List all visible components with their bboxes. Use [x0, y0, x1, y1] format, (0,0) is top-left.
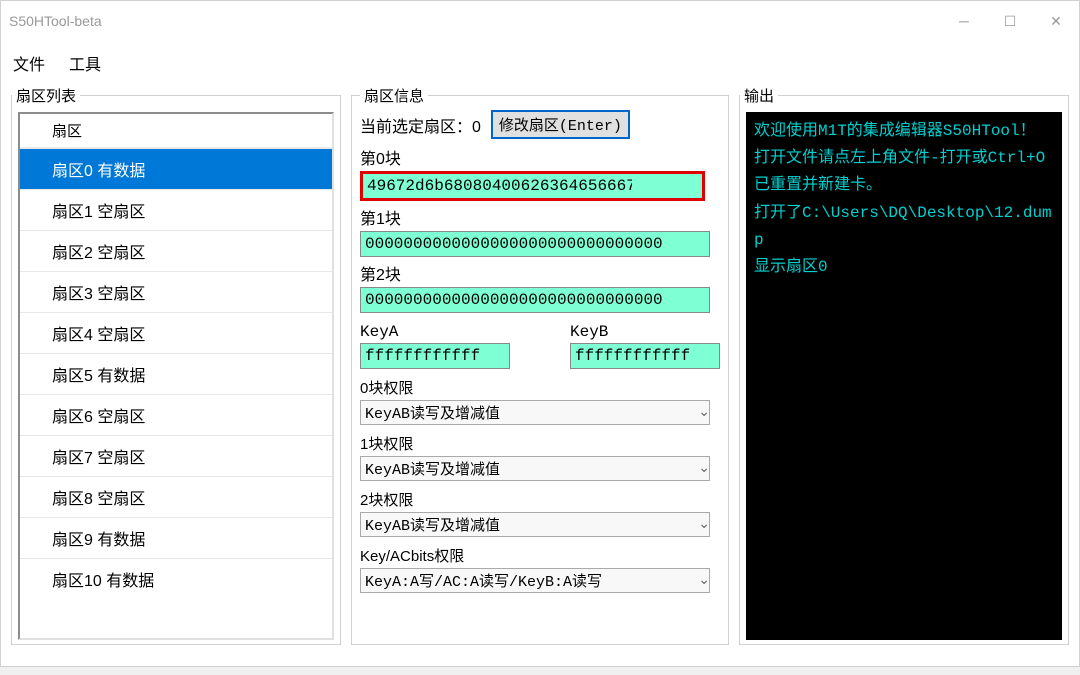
window-title: S50HTool-beta: [9, 13, 102, 29]
sector-list-legend: 扇区列表: [12, 85, 80, 106]
change-sector-button[interactable]: 修改扇区(Enter): [491, 110, 630, 139]
block2-label: 第2块: [360, 261, 720, 285]
sector-item-6[interactable]: 扇区6 空扇区: [20, 394, 332, 435]
block1-label: 第1块: [360, 205, 720, 229]
perm1-label: 1块权限: [360, 433, 720, 454]
menubar: 文件 工具: [1, 41, 1079, 85]
key-row: KeyA KeyB: [360, 319, 720, 369]
sector-item-1[interactable]: 扇区1 空扇区: [20, 189, 332, 230]
block2-input[interactable]: [360, 287, 710, 313]
perm0-label: 0块权限: [360, 377, 720, 398]
titlebar: S50HTool-beta ─ ☐ ✕: [1, 1, 1079, 41]
app-window: S50HTool-beta ─ ☐ ✕ 文件 工具 扇区列表 扇区 扇区0 有数…: [0, 0, 1080, 667]
sector-list-group: 扇区列表 扇区 扇区0 有数据扇区1 空扇区扇区2 空扇区扇区3 空扇区扇区4 …: [11, 85, 341, 645]
permac-select[interactable]: [360, 568, 710, 593]
output-line: 已重置并新建卡。: [754, 172, 1054, 199]
perm1-select[interactable]: [360, 456, 710, 481]
sector-item-3[interactable]: 扇区3 空扇区: [20, 271, 332, 312]
sector-item-5[interactable]: 扇区5 有数据: [20, 353, 332, 394]
output-console[interactable]: 欢迎使用M1T的集成编辑器S50HTool！打开文件请点左上角文件-打开或Ctr…: [746, 112, 1062, 640]
keyb-input[interactable]: [570, 343, 720, 369]
perm0-select[interactable]: [360, 400, 710, 425]
block1-input[interactable]: [360, 231, 710, 257]
window-controls: ─ ☐ ✕: [941, 1, 1079, 41]
sector-item-7[interactable]: 扇区7 空扇区: [20, 435, 332, 476]
sector-item-9[interactable]: 扇区9 有数据: [20, 517, 332, 558]
menu-tools[interactable]: 工具: [57, 47, 113, 79]
perm2-label: 2块权限: [360, 489, 720, 510]
output-line: 欢迎使用M1T的集成编辑器S50HTool！: [754, 118, 1054, 145]
perm2-select[interactable]: [360, 512, 710, 537]
minimize-button[interactable]: ─: [941, 1, 987, 41]
main-content: 扇区列表 扇区 扇区0 有数据扇区1 空扇区扇区2 空扇区扇区3 空扇区扇区4 …: [1, 85, 1079, 675]
sector-info-group: 扇区信息 当前选定扇区：0 修改扇区(Enter) 第0块 第1块 第2块 Ke…: [351, 85, 729, 645]
keya-input[interactable]: [360, 343, 510, 369]
menu-file[interactable]: 文件: [1, 47, 57, 79]
output-line: 打开了C:\Users\DQ\Desktop\12.dump: [754, 200, 1054, 254]
output-legend: 输出: [740, 85, 778, 106]
sector-item-0[interactable]: 扇区0 有数据: [20, 148, 332, 189]
keyb-label: KeyB: [570, 323, 720, 341]
keya-label: KeyA: [360, 323, 510, 341]
current-sector-row: 当前选定扇区：0 修改扇区(Enter): [360, 110, 720, 139]
current-sector-label: 当前选定扇区：0: [360, 113, 481, 137]
sector-item-10[interactable]: 扇区10 有数据: [20, 558, 332, 599]
maximize-button[interactable]: ☐: [987, 1, 1033, 41]
sector-item-2[interactable]: 扇区2 空扇区: [20, 230, 332, 271]
sector-item-8[interactable]: 扇区8 空扇区: [20, 476, 332, 517]
permac-label: Key/ACbits权限: [360, 545, 720, 566]
block0-label: 第0块: [360, 145, 720, 169]
output-line: 显示扇区0: [754, 254, 1054, 281]
output-group: 输出 欢迎使用M1T的集成编辑器S50HTool！打开文件请点左上角文件-打开或…: [739, 85, 1069, 645]
sector-info-legend: 扇区信息: [360, 85, 428, 106]
output-line: 打开文件请点左上角文件-打开或Ctrl+O: [754, 145, 1054, 172]
block0-input[interactable]: [360, 171, 705, 201]
sector-list-header: 扇区: [20, 114, 332, 148]
sector-listbox[interactable]: 扇区 扇区0 有数据扇区1 空扇区扇区2 空扇区扇区3 空扇区扇区4 空扇区扇区…: [18, 112, 334, 640]
close-button[interactable]: ✕: [1033, 1, 1079, 41]
sector-item-4[interactable]: 扇区4 空扇区: [20, 312, 332, 353]
